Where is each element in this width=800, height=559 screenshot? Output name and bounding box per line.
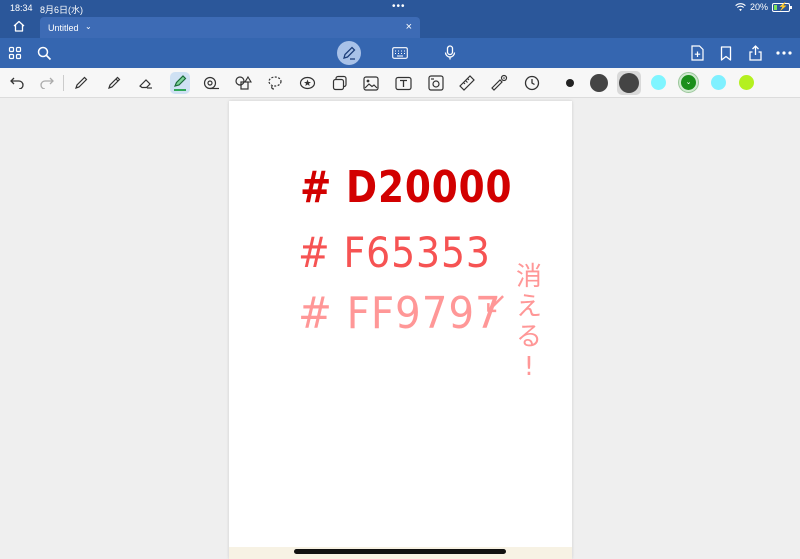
bookmark-icon[interactable] — [717, 44, 735, 62]
handwriting-line-3[interactable]: # FF9797 — [298, 288, 502, 339]
color-green-swatch[interactable]: ⌄ — [681, 75, 696, 90]
laser-icon[interactable] — [490, 74, 508, 92]
wifi-icon — [735, 2, 746, 11]
chevron-down-icon[interactable]: ⌄ — [85, 22, 92, 31]
handwriting-arrow[interactable]: ↙ — [483, 286, 508, 321]
pen-size-small-swatch[interactable] — [566, 79, 574, 87]
status-bar: 18:34 8月6日(水) ••• 20% ⚡ — [0, 0, 800, 16]
app-bar — [0, 38, 800, 68]
home-indicator[interactable] — [294, 549, 506, 554]
status-right: 20% ⚡ — [735, 1, 792, 12]
toolbar-divider — [63, 75, 64, 91]
element-icon[interactable] — [331, 74, 349, 92]
microphone-icon[interactable] — [441, 44, 459, 62]
more-icon[interactable] — [775, 44, 793, 62]
handwriting-line-2[interactable]: # F65353 — [298, 228, 491, 277]
status-time: 18:34 — [10, 3, 33, 13]
drawing-toolbar: ⌄ — [0, 68, 800, 98]
pen-icon[interactable] — [72, 74, 90, 92]
highlighter-icon[interactable] — [170, 72, 190, 94]
undo-icon[interactable] — [8, 74, 26, 92]
pen-mode-icon[interactable] — [337, 41, 361, 65]
handwriting-note[interactable]: 消 え る ! — [514, 262, 544, 382]
eraser-icon[interactable] — [137, 74, 155, 92]
ruler-icon[interactable] — [458, 74, 476, 92]
grid-icon[interactable] — [6, 44, 24, 62]
camera-icon[interactable] — [427, 74, 445, 92]
shapes-icon[interactable] — [234, 74, 252, 92]
keyboard-icon[interactable] — [391, 44, 409, 62]
charging-icon: ⚡ — [778, 1, 788, 11]
pen-size-medium-swatch[interactable] — [590, 74, 608, 92]
document-tab[interactable]: Untitled ⌄ × — [40, 17, 420, 38]
sticker-icon[interactable] — [298, 74, 316, 92]
tab-title: Untitled — [48, 23, 79, 33]
handwriting-line-1[interactable]: # D20000 — [300, 162, 512, 213]
text-icon[interactable] — [394, 74, 412, 92]
search-icon[interactable] — [35, 44, 53, 62]
note-char: る — [515, 322, 542, 352]
pencil-icon[interactable] — [105, 74, 123, 92]
image-icon[interactable] — [362, 74, 380, 92]
share-icon[interactable] — [746, 44, 764, 62]
battery-percent: 20% — [749, 2, 768, 12]
clock-icon[interactable] — [523, 74, 541, 92]
multitask-dots[interactable]: ••• — [392, 1, 406, 12]
add-page-icon[interactable] — [688, 44, 706, 62]
lasso-icon[interactable] — [266, 74, 284, 92]
chevron-down-icon: ⌄ — [685, 79, 692, 86]
status-date: 8月6日(水) — [40, 5, 84, 15]
battery-icon: ⚡ — [772, 1, 792, 12]
tab-bar: Untitled ⌄ × — [0, 16, 800, 38]
note-char: 消 — [515, 262, 542, 292]
color-cyan-swatch[interactable] — [651, 75, 666, 90]
color-light-cyan-swatch[interactable] — [711, 75, 726, 90]
battery-fill — [774, 4, 777, 10]
tape-icon[interactable] — [202, 74, 220, 92]
redo-icon[interactable] — [37, 74, 55, 92]
home-icon[interactable] — [12, 19, 28, 35]
note-char: え — [515, 292, 542, 322]
color-lime-swatch[interactable] — [739, 75, 754, 90]
close-icon[interactable]: × — [406, 21, 412, 33]
note-char: ! — [523, 352, 535, 382]
pen-size-large-swatch[interactable] — [619, 73, 639, 93]
